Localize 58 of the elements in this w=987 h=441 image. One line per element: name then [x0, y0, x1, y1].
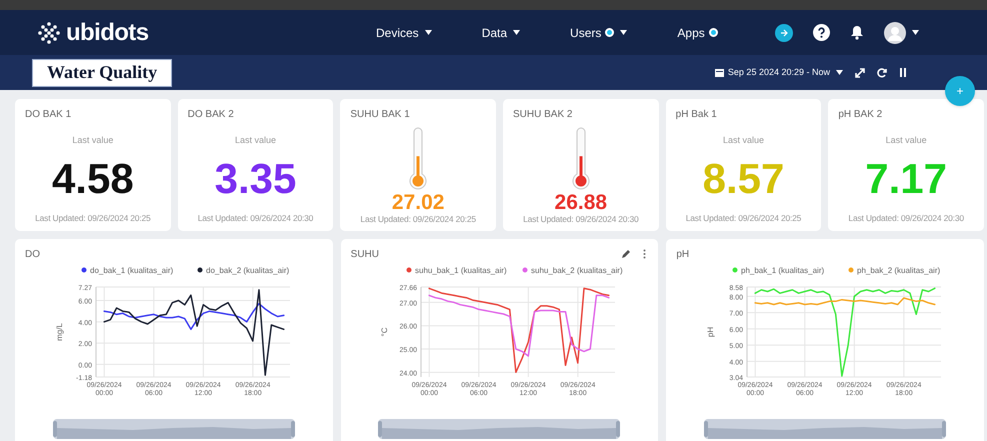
metric-value: 26.88 — [554, 192, 608, 213]
last-updated-text: Last Updated: 09/26/2024 20:30 — [523, 213, 639, 226]
help-icon[interactable] — [813, 24, 830, 41]
pencil-icon[interactable] — [621, 249, 632, 259]
widget-title: SUHU — [350, 248, 379, 262]
nav-menu-item[interactable]: Devices — [376, 24, 432, 42]
widget-title: SUHU BAK 1 — [349, 108, 410, 122]
bell-icon[interactable] — [850, 25, 864, 40]
legend-label[interactable]: ph_bak_1 (kualitas_air) — [741, 266, 824, 275]
nav-menu-item[interactable]: Apps — [677, 24, 718, 42]
refresh-icon[interactable] — [877, 68, 887, 78]
avatar-icon — [884, 22, 906, 44]
axis-label: °C — [380, 328, 390, 336]
expand-icon[interactable] — [855, 68, 865, 78]
widget-title: DO — [24, 248, 40, 262]
metric-value: 8.57 — [702, 158, 784, 200]
avatar-menu[interactable] — [884, 22, 919, 44]
caret-icon — [620, 30, 628, 35]
legend-label[interactable]: ph_bak_2 (kualitas_air) — [857, 266, 940, 275]
axis-label: mg/L — [54, 323, 64, 341]
nav-menu-item[interactable]: Users — [570, 24, 628, 42]
more-options-icon[interactable] — [643, 249, 646, 259]
caret-icon — [513, 30, 520, 35]
metric-value: 27.02 — [392, 192, 444, 213]
metric-value: 7.17 — [865, 158, 948, 200]
caret-icon — [424, 30, 432, 35]
nav-menu-item[interactable]: Data — [482, 24, 520, 42]
last-updated-text: Last Updated: 09/26/2024 20:25 — [35, 212, 151, 225]
calendar-icon — [714, 68, 724, 77]
widget-title: pH BAK 2 — [837, 108, 882, 122]
axis-label: pH — [706, 326, 716, 338]
last-updated-text: Last Updated: 09/26/2024 20:25 — [360, 213, 476, 226]
legend-label[interactable]: suhu_bak_1 (kualitas_air) — [415, 266, 508, 275]
metric-value: 4.58 — [52, 158, 134, 200]
caption-text: Last value — [886, 134, 927, 147]
caption-text: Last value — [234, 134, 276, 147]
widget-title: DO BAK 1 — [24, 108, 72, 122]
widget-title: DO BAK 2 — [186, 108, 234, 122]
last-updated-text: Last Updated: 09/26/2024 20:30 — [848, 212, 964, 225]
last-updated-text: Last Updated: 09/26/2024 20:25 — [686, 212, 802, 225]
logo-text: ubidots — [66, 18, 148, 48]
dashboard-title: Water Quality — [32, 58, 172, 86]
caption-text: Last value — [72, 134, 114, 147]
caption-text: Last value — [722, 134, 764, 147]
legend-label[interactable]: suhu_bak_2 (kualitas_air) — [531, 266, 624, 275]
widget-title: pH — [675, 248, 690, 262]
last-updated-text: Last Updated: 09/26/2024 20:30 — [198, 212, 314, 225]
legend-label[interactable]: do_bak_2 (kualitas_air) — [206, 266, 289, 275]
widget-title: pH Bak 1 — [674, 108, 717, 122]
metric-value: 3.35 — [214, 158, 296, 200]
widget-title: SUHU BAK 2 — [512, 108, 572, 122]
legend-label[interactable]: do_bak_1 (kualitas_air) — [90, 266, 173, 275]
pause-icon[interactable] — [899, 68, 907, 77]
caret-icon — [912, 30, 919, 35]
logo-dots-icon — [38, 22, 60, 44]
caret-icon — [836, 70, 843, 75]
date-range-picker[interactable]: Sep 25 2024 20:29 - Now — [714, 66, 843, 80]
round-badge-icon[interactable] — [775, 24, 793, 42]
